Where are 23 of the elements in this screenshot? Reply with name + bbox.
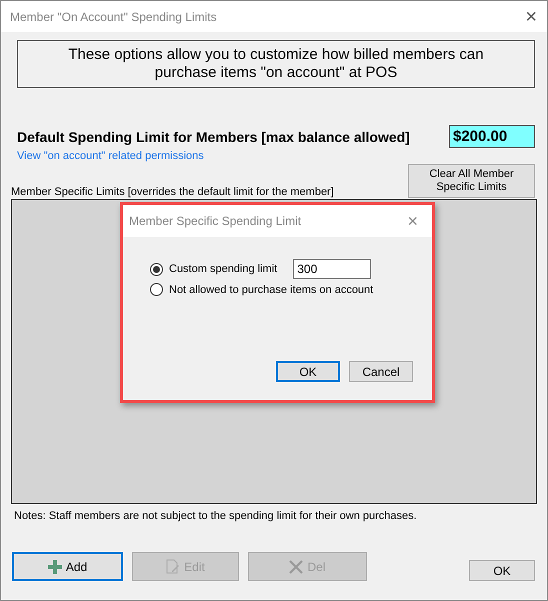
add-button[interactable]: Add (12, 552, 123, 581)
cancel-button[interactable]: Cancel (349, 361, 413, 382)
window-title: Member "On Account" Spending Limits (10, 10, 217, 24)
permissions-link[interactable]: View "on account" related permissions (17, 150, 204, 162)
list-label: Member Specific Limits [overrides the default limit for the member] (11, 186, 334, 198)
plus-icon (48, 560, 62, 574)
ok-button[interactable]: OK (276, 361, 340, 382)
document-pencil-icon (166, 559, 180, 574)
option-label: Not allowed to purchase items on account (169, 284, 374, 296)
close-button[interactable]: × (525, 6, 537, 26)
limit-label: Default Spending Limit for Members [max balance allowed] (17, 128, 410, 144)
close-button[interactable]: × (407, 212, 418, 230)
notes-text: Notes: Staff members are not subject to the spending limit for their own purchases. (14, 510, 418, 522)
dialog-title: Member Specific Spending Limit (129, 214, 302, 228)
radio-button[interactable] (150, 283, 163, 296)
limit-field[interactable]: $200.00 (449, 125, 535, 148)
limit-input[interactable]: 300 (293, 259, 372, 279)
ok-button[interactable]: OK (469, 560, 535, 581)
radio-button[interactable] (150, 262, 163, 276)
cross-icon (289, 560, 304, 574)
info-text: These options allow you to customize how billed members can purchase items "on account" at POS (17, 40, 535, 88)
clear-limits-button[interactable]: Clear All Member Specific Limits (408, 164, 535, 198)
option-label: Custom spending limit (169, 263, 278, 275)
